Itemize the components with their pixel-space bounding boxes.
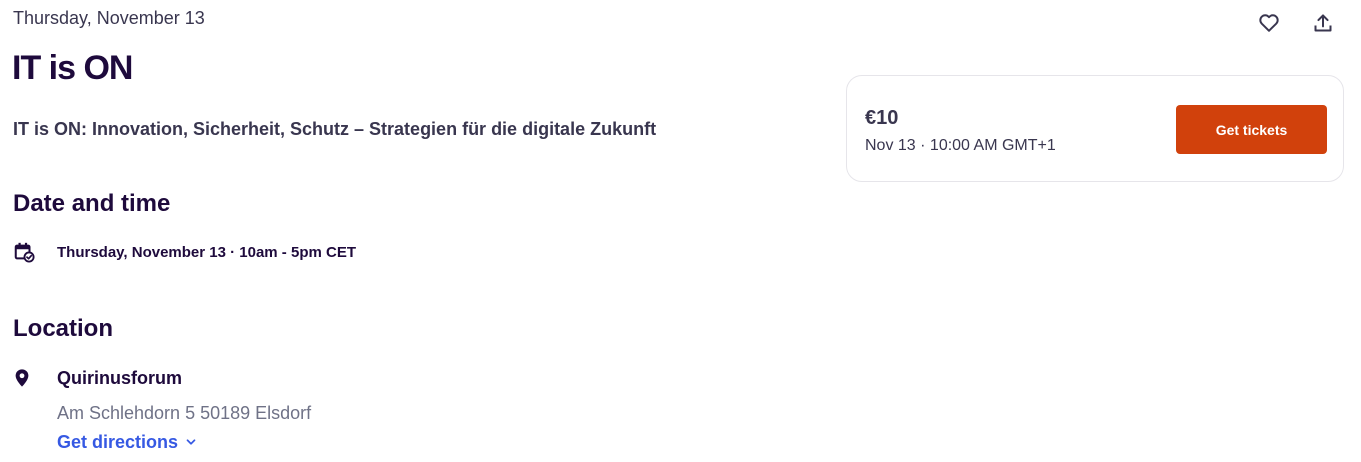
venue-name: Quirinusforum xyxy=(57,367,182,388)
calendar-check-icon xyxy=(13,240,41,264)
like-button[interactable] xyxy=(1257,11,1281,35)
event-actions xyxy=(1257,11,1335,35)
event-page: Thursday, November 13 IT is ON IT is ON:… xyxy=(0,0,1361,462)
event-summary: IT is ON: Innovation, Sicherheit, Schutz… xyxy=(13,119,657,139)
location-heading: Location xyxy=(13,315,113,342)
date-time-heading: Date and time xyxy=(13,190,171,217)
event-title: IT is ON xyxy=(12,49,133,87)
chevron-down-icon xyxy=(184,435,198,449)
get-directions-link[interactable]: Get directions xyxy=(57,430,198,454)
get-directions-label: Get directions xyxy=(57,432,179,452)
map-pin-icon xyxy=(13,366,41,390)
venue-address: Am Schlehdorn 5 50189 Elsdorf xyxy=(57,403,312,423)
heart-icon xyxy=(1259,14,1279,32)
date-time-row: Thursday, November 13 · 10am - 5pm CET xyxy=(13,240,356,264)
share-button[interactable] xyxy=(1311,11,1335,35)
event-date-top: Thursday, November 13 xyxy=(13,8,205,28)
date-time-text: Thursday, November 13 · 10am - 5pm CET xyxy=(57,243,356,261)
location-row: Quirinusforum xyxy=(13,366,182,390)
ticket-datetime: Nov 13 · 10:00 AM GMT+1 xyxy=(865,137,1056,154)
get-tickets-button[interactable]: Get tickets xyxy=(1176,105,1327,154)
ticket-card: €10 Nov 13 · 10:00 AM GMT+1 Get tickets xyxy=(846,75,1344,182)
share-icon xyxy=(1314,14,1332,32)
ticket-price: €10 xyxy=(865,107,899,129)
